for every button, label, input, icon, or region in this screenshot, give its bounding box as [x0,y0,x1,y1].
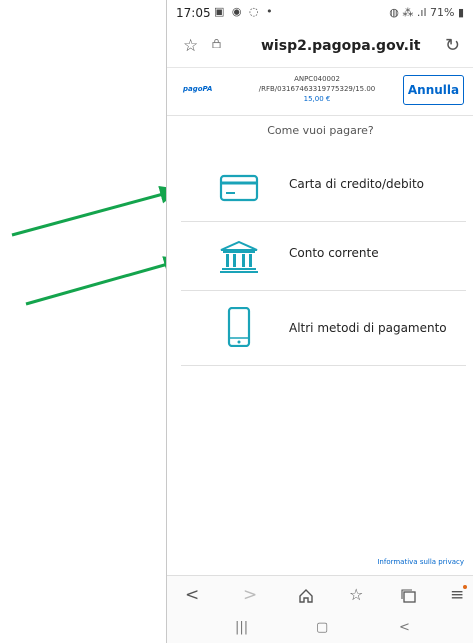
bookmark-star-icon[interactable]: ☆ [183,36,198,56]
reload-icon[interactable]: ↻ [445,35,460,56]
menu-icon[interactable]: ≡ [450,585,464,605]
recent-apps-icon[interactable]: ||| [235,620,248,635]
browser-bottom-nav: < > ☆ ≡ [167,575,473,616]
tabs-icon[interactable] [401,588,417,604]
cancel-button[interactable]: Annulla [403,75,464,105]
method-label: Altri metodi di pagamento [289,321,447,335]
payment-info: ANPC040002 /RFB/03167463319775329/15.00 … [247,74,387,104]
method-label: Conto corrente [289,246,379,260]
method-credit-card[interactable]: Carta di credito/debito [181,153,466,222]
system-nav-bar: ||| ▢ < [167,615,473,643]
annotation-arrow-card [11,186,181,237]
lock-icon [212,39,221,48]
url-text[interactable]: wisp2.pagopa.gov.it [261,38,420,54]
system-back-icon[interactable]: < [399,620,410,635]
credit-card-icon [219,174,259,202]
annotation-arrow-bank [25,256,185,306]
browser-url-bar: ☆ wisp2.pagopa.gov.it ↻ [167,28,473,66]
method-label: Carta di credito/debito [289,177,424,191]
home-icon[interactable] [298,588,314,604]
method-bank-account[interactable]: Conto corrente [181,222,466,291]
status-notification-icons: ▣ ◉ ◌ • [214,5,275,18]
forward-icon[interactable]: > [243,585,257,605]
notification-dot [463,585,467,589]
payment-reference: /RFB/03167463319775329/15.00 [258,85,376,93]
back-icon[interactable]: < [185,585,199,605]
payment-header: pagoPA ANPC040002 /RFB/03167463319775329… [167,67,473,116]
privacy-link[interactable]: Informativa sulla privacy [377,558,464,566]
bank-icon [220,240,258,273]
payment-code: ANPC040002 [294,75,340,83]
payment-amount: 15,00 € [303,95,331,103]
pagopa-logo: pagoPA [183,85,213,93]
phone-screen: 17:05 ▣ ◉ ◌ • ◍ ⁂ .ıl 71% ▮ ☆ wisp2.pago… [166,0,473,643]
method-other[interactable]: Altri metodi di pagamento [181,293,466,366]
smartphone-icon [227,307,251,347]
status-bar: 17:05 ▣ ◉ ◌ • ◍ ⁂ .ıl 71% ▮ [167,0,473,28]
payment-question: Come vuoi pagare? [267,124,374,137]
bookmarks-icon[interactable]: ☆ [349,585,363,604]
status-system-icons: ◍ ⁂ .ıl 71% ▮ [389,6,464,19]
home-button-icon[interactable]: ▢ [316,620,328,635]
status-time: 17:05 [176,6,211,20]
